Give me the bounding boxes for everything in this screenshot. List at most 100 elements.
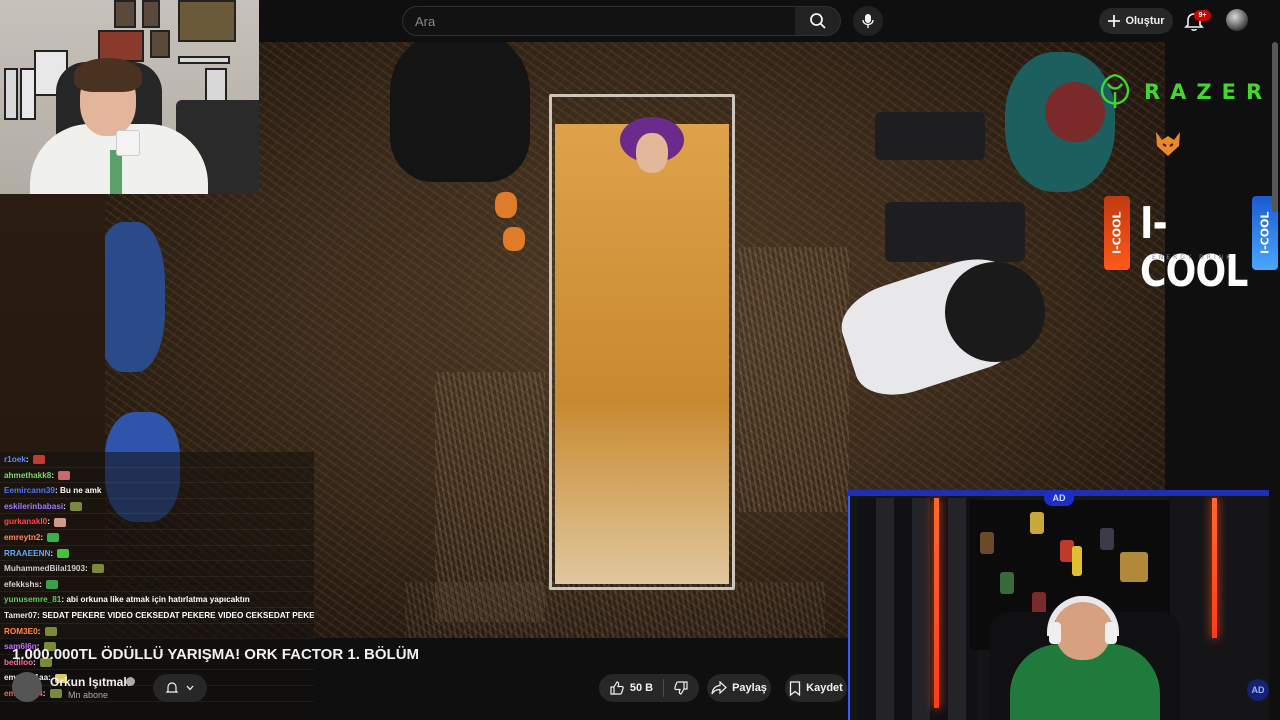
razer-wordmark: RAZER [1144, 80, 1273, 104]
person-top-center [390, 42, 530, 182]
bookmark-icon [790, 680, 801, 696]
chat-text: abi orkuna like atmak için hatırlatma ya… [66, 595, 250, 605]
led-strip-right [1212, 498, 1217, 638]
chat-username[interactable]: RRAAEENN [4, 549, 50, 558]
streamer-webcam [0, 0, 259, 194]
voice-search-button[interactable] [853, 6, 883, 36]
chat-message: eskilerinbabasi: [0, 499, 314, 515]
camera-rig-1 [875, 112, 985, 160]
subscriber-count: Mn abone [68, 690, 109, 700]
save-label: Kaydet [806, 682, 843, 694]
chat-emote-icon [70, 502, 83, 512]
notifications-badge: 9+ [1194, 10, 1211, 21]
chat-separator: : [42, 688, 48, 698]
chevron-down-icon [186, 685, 194, 691]
chat-emote-icon [58, 470, 71, 480]
chat-message: RRAAEENN: [0, 546, 314, 562]
fox-icon [1156, 132, 1180, 156]
chat-username[interactable]: emreytn2 [4, 533, 40, 542]
chat-emote-icon [32, 455, 45, 465]
person-left-blue [105, 222, 165, 372]
search-input[interactable] [403, 7, 795, 35]
chat-username[interactable]: r1oek [4, 455, 26, 464]
subscription-bell-button[interactable] [153, 674, 207, 702]
like-button[interactable]: 50 B [609, 679, 665, 697]
search-button[interactable] [795, 6, 841, 36]
chat-username[interactable]: ahmethakk8 [4, 471, 51, 480]
chat-username[interactable]: gurkanakl0 [4, 517, 47, 526]
stream-badge: AD [1044, 490, 1074, 506]
chat-text: Bu ne amk [60, 486, 102, 496]
chat-separator: : [63, 501, 69, 511]
channel-name[interactable]: Orkun Işıtmak [50, 675, 130, 689]
orange-shoe [495, 192, 517, 218]
chat-emote-icon [47, 533, 60, 543]
chat-separator: : [25, 455, 31, 464]
chat-message: Eemircann39: Bu ne amk [0, 483, 314, 499]
led-strip-left [934, 498, 939, 708]
razer-snake-icon [1100, 73, 1130, 108]
search-icon [809, 13, 826, 29]
like-count: 50 B [629, 682, 654, 694]
chat-message: ROM3E0: [0, 624, 314, 640]
chat-separator: : [39, 579, 45, 589]
thumbs-down-icon[interactable] [673, 680, 689, 696]
chat-separator: : [37, 626, 43, 636]
create-label: Oluştur [1125, 15, 1165, 27]
icool-wordmark: I-COOL [1140, 198, 1248, 297]
verified-badge-icon [126, 677, 135, 686]
share-icon [711, 681, 727, 695]
save-button[interactable]: Kaydet [785, 674, 847, 702]
chat-emote-icon [92, 564, 105, 574]
chat-emote-icon [54, 517, 67, 527]
share-label: Paylaş [732, 682, 767, 694]
plus-icon [1108, 15, 1121, 27]
create-button[interactable]: Oluştur [1099, 8, 1173, 34]
chat-username[interactable]: ROM3E0 [4, 627, 38, 636]
hay-bale-bottom [405, 582, 825, 638]
chat-username[interactable]: yunusemre_81 [4, 595, 61, 604]
chat-message: Tamer07: SEDAT PEKERE VIDEO CEKSEDAT PEK… [0, 608, 314, 624]
chat-message: efekkshs: [0, 577, 314, 593]
icool-can-orange: I-COOL [1104, 196, 1130, 270]
camera-rig-2 [885, 202, 1025, 262]
like-dislike-group: 50 B [599, 674, 699, 702]
chat-emote-icon [46, 580, 59, 590]
bell-icon [165, 682, 179, 693]
channel-avatar[interactable] [12, 672, 42, 702]
chat-separator: : [47, 517, 53, 527]
screen: RAZER I-COOL I-COOL ENERGY DRINK I-COOL … [0, 0, 1280, 720]
stream-badge-corner: AD [1247, 679, 1269, 701]
orange-shoe [503, 227, 525, 251]
icool-logo: I-COOL I-COOL ENERGY DRINK I-COOL [1104, 196, 1280, 296]
cup [116, 130, 140, 156]
chat-username[interactable]: MuhammedBilal1903 [4, 564, 85, 573]
reactor-webcam [848, 490, 1269, 720]
razer-logo: RAZER [1094, 72, 1274, 112]
chat-message: r1oek: [0, 452, 314, 468]
chat-separator: : [51, 470, 57, 480]
chat-message: ahmethakk8: [0, 468, 314, 484]
page-scrollbar[interactable] [1272, 42, 1278, 212]
person-cap [945, 262, 1045, 362]
chat-text: SEDAT PEKERE VIDEO CEKSEDAT PEKERE VIDEO… [42, 610, 314, 620]
thumbs-up-icon [610, 681, 624, 695]
chat-message: gurkanakl0: [0, 514, 314, 530]
chat-username[interactable]: Eemircann39 [4, 486, 55, 495]
chat-username[interactable]: Tamer07 [4, 611, 37, 620]
icool-tagline: ENERGY DRINK [1152, 254, 1234, 261]
chat-username[interactable]: efekkshs [4, 580, 39, 589]
chat-message: MuhammedBilal1903: [0, 561, 314, 577]
account-avatar[interactable] [1226, 9, 1248, 31]
chat-separator: : [50, 548, 56, 558]
chat-username[interactable]: eskilerinbabasi [4, 502, 63, 511]
search-box[interactable] [402, 6, 796, 36]
chat-emote-icon [57, 548, 70, 558]
chat-emote-icon [44, 626, 57, 636]
microphone-icon [862, 14, 874, 28]
video-title: 1.000.000TL ÖDÜLLÜ YARIŞMA! ORK FACTOR 1… [12, 646, 420, 663]
share-button[interactable]: Paylaş [707, 674, 771, 702]
contestant-head [620, 117, 684, 175]
chat-emote-icon [49, 689, 62, 699]
chat-separator: : [40, 532, 46, 542]
